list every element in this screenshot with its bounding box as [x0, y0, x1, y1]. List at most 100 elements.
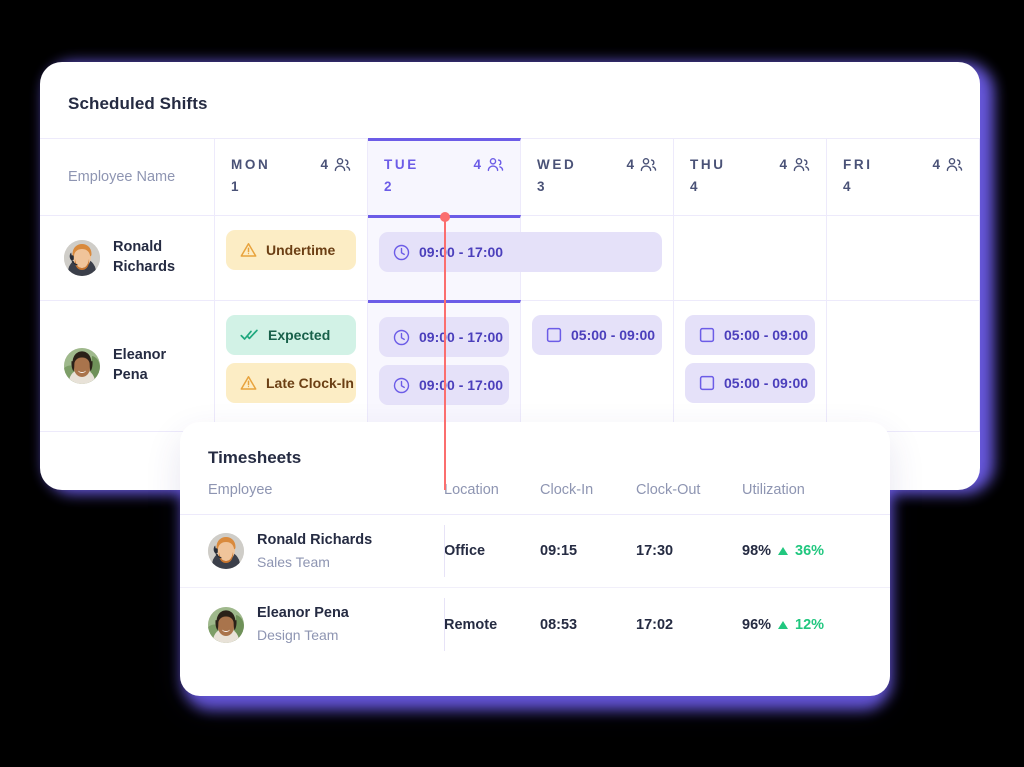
day-header-dow: THU: [690, 157, 726, 172]
timesheets-employee-name: Ronald Richards: [257, 532, 373, 548]
timesheets-clock-out: 17:30: [636, 543, 674, 560]
timesheets-clock-in: 09:15: [540, 543, 578, 560]
avatar: [64, 348, 100, 384]
avatar-ronald-richards-image: [64, 240, 100, 276]
square-icon: [699, 327, 715, 343]
shift-chip-undertime[interactable]: Undertime: [226, 230, 356, 270]
timesheets-location: Remote: [444, 588, 540, 661]
shift-row-employee-cell: Ronald Richards: [40, 216, 215, 300]
timesheets-utilization-delta: 12%: [795, 616, 825, 633]
people-icon: [793, 158, 810, 172]
timesheets-employee-cell: Eleanor Pena Design Team: [180, 588, 444, 661]
shift-cell-fri[interactable]: [827, 301, 980, 431]
day-column-header-fri[interactable]: FRI 4 4: [827, 139, 980, 215]
day-header-count: 4: [779, 157, 810, 172]
day-header-count-value: 4: [473, 157, 481, 172]
timesheets-utilization-value: 98%: [742, 543, 772, 560]
timesheets-utilization-value: 96%: [742, 616, 772, 633]
avatar-eleanor-pena-image: [64, 348, 100, 384]
shift-chip-label: 09:00 - 17:00: [419, 244, 504, 260]
shift-row-ronald-richards: Ronald Richards Undertime 09:00 - 17:00: [40, 215, 980, 301]
shift-chip-label: Late Clock-In: [266, 375, 354, 391]
day-column-header-thu[interactable]: THU 4 4: [674, 139, 827, 215]
trend-up-icon: [778, 620, 789, 629]
avatar-eleanor-pena-image: [208, 606, 244, 643]
day-column-header-tue[interactable]: TUE 4 2: [368, 138, 521, 215]
shift-chip-time[interactable]: 05:00 - 09:00: [685, 363, 815, 403]
shift-row-employee-cell: Eleanor Pena: [40, 301, 215, 431]
avatar: [208, 533, 244, 570]
day-header-count-value: 4: [626, 157, 634, 172]
shift-chip-label: 05:00 - 09:00: [724, 375, 809, 391]
timesheets-col-location: Location: [444, 482, 499, 498]
shift-chip-late-clock-in[interactable]: Late Clock-In: [226, 363, 356, 403]
scheduled-shifts-title: Scheduled Shifts: [68, 94, 208, 113]
shift-chip-time[interactable]: 05:00 - 09:00: [532, 315, 662, 355]
timesheets-header-row: Employee Location Clock-In Clock-Out Uti…: [180, 482, 890, 515]
timesheets-location: Office: [444, 515, 540, 588]
shift-cell-mon[interactable]: Expected Late Clock-In: [215, 301, 368, 431]
day-header-count-value: 4: [320, 157, 328, 172]
shift-chip-expected[interactable]: Expected: [226, 315, 356, 355]
day-header-dow: MON: [231, 157, 271, 172]
avatar: [64, 240, 100, 276]
timesheets-utilization-cell: 98% 36%: [742, 515, 890, 588]
timesheets-utilization-cell: 96% 12%: [742, 588, 890, 661]
shift-chip-time[interactable]: 05:00 - 09:00: [685, 315, 815, 355]
avatar-ronald-richards-image: [208, 533, 244, 570]
day-header-date: 4: [690, 179, 698, 194]
day-header-dow: WED: [537, 157, 577, 172]
day-header-count-value: 4: [779, 157, 787, 172]
clock-icon: [393, 329, 410, 345]
day-header-date: 1: [231, 179, 239, 194]
shift-cell-mon[interactable]: Undertime: [215, 216, 368, 300]
warning-triangle-icon: [240, 376, 257, 390]
shift-cell-fri[interactable]: [827, 216, 980, 300]
shift-chip-time-span[interactable]: 09:00 - 17:00: [379, 232, 662, 272]
day-header-count: 4: [932, 157, 963, 172]
timesheets-col-clock-in: Clock-In: [540, 482, 594, 498]
day-column-header-mon[interactable]: MON 4 1: [215, 139, 368, 215]
people-icon: [946, 158, 963, 172]
timesheets-employee-team: Design Team: [257, 627, 339, 644]
timesheets-col-employee: Employee: [208, 482, 273, 498]
trend-up-icon: [778, 547, 789, 556]
people-icon: [640, 158, 657, 172]
square-icon: [546, 327, 562, 343]
avatar: [208, 606, 244, 643]
double-check-icon: [240, 329, 258, 340]
day-column-header-wed[interactable]: WED 4 3: [521, 139, 674, 215]
timesheets-col-utilization: Utilization: [742, 482, 805, 498]
shift-cell-thu[interactable]: 05:00 - 09:00 05:00 - 09:00: [674, 301, 827, 431]
people-icon: [334, 158, 351, 172]
day-header-dow: FRI: [843, 157, 873, 172]
timesheets-col-clock-out: Clock-Out: [636, 482, 701, 498]
timesheets-card: Timesheets Employee Location Clock-In Cl…: [180, 422, 890, 696]
current-time-indicator: [440, 212, 450, 490]
shift-chip-label: Expected: [268, 327, 331, 343]
clock-icon: [393, 244, 410, 260]
day-header-count-value: 4: [932, 157, 940, 172]
timesheets-employee-team: Sales Team: [257, 553, 330, 570]
timesheets-clock-in: 08:53: [540, 616, 578, 633]
shift-cell-wed[interactable]: 05:00 - 09:00: [521, 301, 674, 431]
square-icon: [699, 375, 715, 391]
day-header-date: 3: [537, 179, 545, 194]
shift-cell-thu[interactable]: [674, 216, 827, 300]
shift-chip-label: 05:00 - 09:00: [571, 327, 656, 343]
table-row[interactable]: Ronald Richards Sales Team Office 09:15 …: [180, 515, 890, 588]
shift-employee-name: Ronald Richards: [113, 239, 176, 275]
day-header-date: 4: [843, 179, 851, 194]
timesheets-title: Timesheets: [208, 448, 302, 467]
warning-triangle-icon: [240, 243, 257, 257]
shift-chip-label: 09:00 - 17:00: [419, 377, 504, 393]
table-row[interactable]: Eleanor Pena Design Team Remote 08:53 17…: [180, 588, 890, 661]
shift-employee-name: Eleanor Pena: [113, 347, 167, 383]
shift-chip-label: Undertime: [266, 242, 336, 258]
people-icon: [487, 158, 504, 172]
timesheets-table: Employee Location Clock-In Clock-Out Uti…: [180, 482, 890, 661]
day-header-dow: TUE: [384, 157, 419, 172]
day-header-count: 4: [626, 157, 657, 172]
timesheets-employee-cell: Ronald Richards Sales Team: [180, 515, 444, 588]
day-header-count: 4: [320, 157, 351, 172]
